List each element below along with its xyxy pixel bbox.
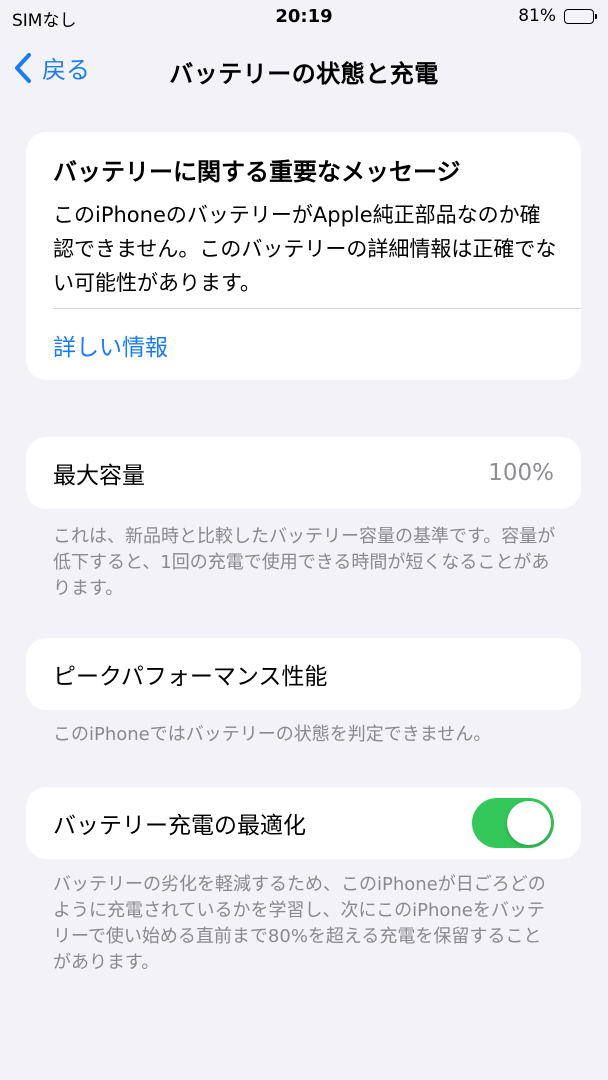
toggle-knob [507, 801, 551, 845]
capacity-footnote: これは、新品時と比較したバッテリー容量の基準です。容量が低下すると、1回の充電で… [53, 526, 556, 599]
important-message-card: バッテリーに関する重要なメッセージ このiPhoneのバッテリーがApple純正… [26, 132, 581, 380]
battery-indicator: 81% [518, 6, 597, 26]
more-info-link[interactable]: 詳しい情報 [53, 328, 168, 362]
maximum-capacity-value: 100% [488, 460, 554, 486]
optimized-charging-footnote: バッテリーの劣化を軽減するため、このiPhoneが日ごろどのように充電されている… [53, 874, 546, 973]
navigation-bar: 戻る バッテリーの状態と充電 [0, 40, 608, 96]
divider [53, 308, 581, 309]
peak-performance-footnote: このiPhoneではバッテリーの状態を判定できません。 [53, 724, 492, 745]
optimized-charging-label: バッテリー充電の最適化 [53, 813, 306, 839]
optimized-charging-toggle[interactable] [472, 798, 554, 848]
clock: 20:19 [275, 6, 333, 27]
battery-percent: 81% [518, 6, 556, 26]
page-title: バッテリーの状態と充電 [169, 60, 439, 88]
optimized-charging-row: バッテリー充電の最適化 [26, 787, 581, 859]
status-bar: SIMなし 20:19 81% [0, 0, 608, 36]
maximum-capacity-row: 最大容量 100% [26, 437, 581, 509]
battery-icon [564, 8, 597, 24]
message-title: バッテリーに関する重要なメッセージ [53, 158, 461, 186]
message-body: このiPhoneのバッテリーがApple純正部品なのか確認できません。このバッテ… [53, 203, 557, 295]
peak-performance-row: ピークパフォーマンス性能 [26, 638, 581, 710]
maximum-capacity-label: 最大容量 [53, 463, 145, 489]
peak-performance-label: ピークパフォーマンス性能 [53, 664, 328, 690]
